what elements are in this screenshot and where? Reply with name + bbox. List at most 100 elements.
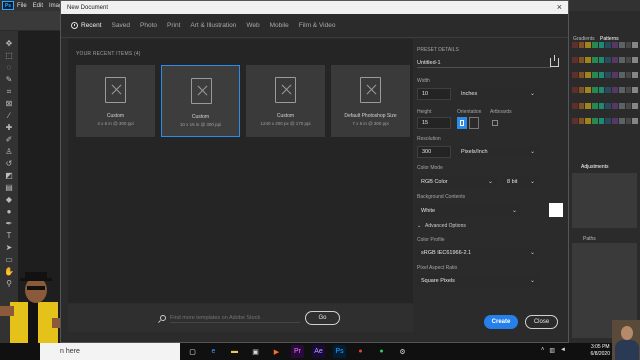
swatch[interactable]	[612, 57, 618, 64]
template-search-input[interactable]	[170, 313, 300, 323]
swatch[interactable]	[625, 42, 632, 48]
background-contents-select[interactable]: White ⌄	[417, 205, 521, 217]
background-color-swatch[interactable]	[549, 203, 563, 217]
blur-tool-icon[interactable]: ◆	[4, 195, 14, 204]
swatch[interactable]	[605, 87, 612, 94]
swatch[interactable]	[612, 42, 618, 48]
tab-print[interactable]: Print	[167, 22, 180, 29]
swatch[interactable]	[598, 42, 605, 48]
dodge-tool-icon[interactable]: ●	[4, 207, 14, 216]
swatch[interactable]	[612, 117, 618, 124]
stamp-tool-icon[interactable]: ♙	[4, 147, 14, 156]
swatch[interactable]	[598, 72, 605, 79]
swatch[interactable]	[598, 87, 605, 94]
store-icon[interactable]: ▣	[249, 345, 262, 358]
advanced-options-toggle[interactable]: Advanced Options	[425, 223, 466, 229]
swatch[interactable]	[618, 72, 625, 79]
swatch[interactable]	[592, 87, 598, 94]
pen-tool-icon[interactable]: ✒	[4, 219, 14, 228]
landscape-orientation-button[interactable]	[469, 117, 479, 129]
swatch[interactable]	[585, 57, 592, 64]
swatch[interactable]	[632, 87, 638, 94]
brush-tool-icon[interactable]: ✐	[4, 135, 14, 144]
swatch[interactable]	[578, 87, 585, 94]
swatch[interactable]	[572, 42, 578, 48]
whatsapp-icon[interactable]: ●	[375, 345, 388, 358]
volume-icon[interactable]: ◄	[560, 347, 566, 354]
height-input[interactable]: 15	[417, 117, 451, 129]
swatch[interactable]	[578, 42, 585, 48]
swatch[interactable]	[598, 117, 605, 124]
tab-recent[interactable]: Recent	[71, 22, 102, 29]
swatch[interactable]	[585, 87, 592, 94]
task-view-icon[interactable]: ▢	[186, 345, 199, 358]
after-effects-icon[interactable]: Ae	[312, 345, 325, 358]
close-button[interactable]: Close	[525, 315, 558, 329]
bit-depth-select[interactable]: 8 bit ⌄	[503, 176, 539, 188]
quick-select-tool-icon[interactable]: ✎	[4, 75, 14, 84]
swatch[interactable]	[618, 57, 625, 64]
swatch[interactable]	[572, 87, 578, 94]
taskbar-search[interactable]: n here	[40, 343, 180, 360]
swatch[interactable]	[578, 72, 585, 79]
swatch[interactable]	[585, 102, 592, 109]
swatch[interactable]	[612, 72, 618, 79]
settings-icon[interactable]: ⚙	[396, 345, 409, 358]
eraser-tool-icon[interactable]: ◩	[4, 171, 14, 180]
adjustments-tab[interactable]: Adjustments	[581, 164, 609, 170]
portrait-orientation-button[interactable]	[457, 117, 467, 129]
go-button[interactable]: Go	[305, 311, 340, 325]
swatch[interactable]	[632, 102, 638, 109]
swatch[interactable]	[625, 72, 632, 79]
recent-preset-card[interactable]: Custom 1240 x 200 px @ 170 ppi	[246, 65, 325, 137]
swatch[interactable]	[632, 42, 638, 48]
network-icon[interactable]: ▥	[549, 347, 555, 354]
gradient-tool-icon[interactable]: ▤	[4, 183, 14, 192]
path-select-tool-icon[interactable]: ➤	[4, 243, 14, 252]
swatch[interactable]	[592, 117, 598, 124]
swatch[interactable]	[572, 72, 578, 79]
swatch[interactable]	[592, 57, 598, 64]
swatch[interactable]	[592, 102, 598, 109]
create-button[interactable]: Create	[484, 315, 518, 329]
swatch[interactable]	[578, 102, 585, 109]
swatch[interactable]	[632, 57, 638, 64]
swatch[interactable]	[625, 102, 632, 109]
swatch[interactable]	[612, 87, 618, 94]
swatch[interactable]	[605, 42, 612, 48]
artboards-checkbox[interactable]	[492, 120, 498, 126]
taskbar-clock[interactable]: 3:05 PM 6/8/2020	[591, 344, 610, 358]
width-input[interactable]: 10	[417, 88, 451, 100]
resolution-input[interactable]: 300	[417, 146, 451, 158]
media-player-icon[interactable]: ▶	[270, 345, 283, 358]
recent-preset-card-selected[interactable]: Custom 10 x 15 in @ 300 ppi	[161, 65, 240, 137]
swatch[interactable]	[605, 72, 612, 79]
color-mode-select[interactable]: RGB Color ⌄	[417, 176, 497, 188]
swatch[interactable]	[572, 57, 578, 64]
pixel-aspect-ratio-select[interactable]: Square Pixels ⌄	[417, 275, 539, 287]
type-tool-icon[interactable]: T	[4, 231, 14, 240]
chevron-up-icon[interactable]: ˄	[541, 347, 545, 354]
swatch[interactable]	[618, 102, 625, 109]
swatch[interactable]	[605, 57, 612, 64]
frame-tool-icon[interactable]: ⊠	[4, 99, 14, 108]
chrome-icon[interactable]: ●	[354, 345, 367, 358]
swatch[interactable]	[625, 57, 632, 64]
tab-art-illustration[interactable]: Art & Illustration	[190, 22, 236, 29]
crop-tool-icon[interactable]: ⌗	[4, 87, 14, 96]
photoshop-icon[interactable]: Ps	[333, 345, 346, 358]
chevron-down-icon[interactable]: ⌄	[417, 223, 421, 229]
recent-preset-card[interactable]: Custom 4 x 6 in @ 300 ppi	[76, 65, 155, 137]
tab-film-video[interactable]: Film & Video	[299, 22, 336, 29]
resolution-unit-select[interactable]: Pixels/Inch ⌄	[457, 146, 539, 158]
menu-file[interactable]: File	[17, 3, 27, 9]
swatch[interactable]	[618, 117, 625, 124]
swatch[interactable]	[598, 57, 605, 64]
eyedropper-tool-icon[interactable]: ∕	[4, 111, 14, 120]
tab-mobile[interactable]: Mobile	[270, 22, 289, 29]
premiere-icon[interactable]: Pr	[291, 345, 304, 358]
swatch[interactable]	[618, 87, 625, 94]
file-explorer-icon[interactable]: ▬	[228, 345, 241, 358]
swatch[interactable]	[592, 72, 598, 79]
swatch[interactable]	[605, 102, 612, 109]
